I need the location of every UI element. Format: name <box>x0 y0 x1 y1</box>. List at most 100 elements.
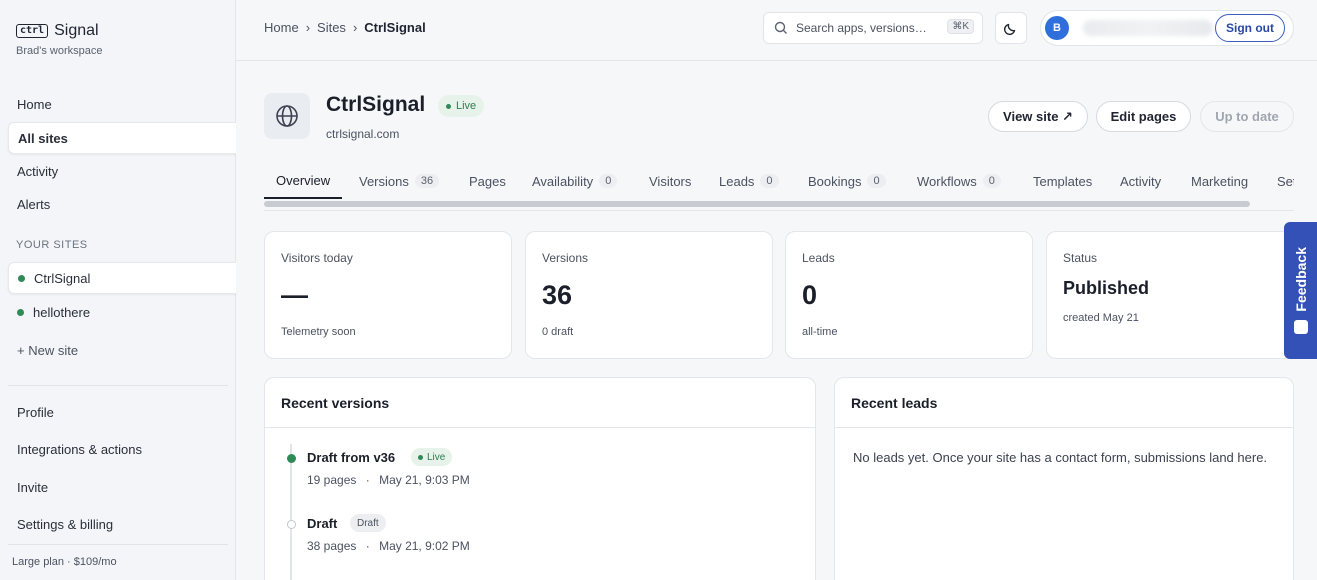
edit-pages-button[interactable]: Edit pages <box>1096 101 1191 132</box>
sidebar-site-ctrlsignal[interactable]: CtrlSignal <box>8 262 250 294</box>
stat-value: 36 <box>542 280 573 310</box>
tab-activity[interactable]: Activity <box>1108 163 1173 199</box>
recent-versions-panel: Recent versions Draft from v36 Live 19 p… <box>264 377 816 580</box>
sidebar-site-hellothere[interactable]: hellothere <box>8 296 228 328</box>
moon-icon <box>1003 23 1016 36</box>
site-status-dot <box>18 274 25 282</box>
stat-card-visitors: Visitors today — Telemetry soon <box>264 231 512 359</box>
sign-out-button[interactable]: Sign out <box>1215 14 1285 42</box>
brand-name: Signal <box>54 22 99 39</box>
tab-count: 0 <box>599 174 618 188</box>
nav-home-label: Home <box>17 96 52 112</box>
tab-label: Activity <box>1120 173 1162 189</box>
feedback-button[interactable]: Feedback <box>1284 222 1317 359</box>
empty-state-text: No leads yet. Once your site has a conta… <box>853 450 1268 465</box>
brand-logo-mark: ctrl <box>16 24 49 38</box>
timeline-line <box>290 444 292 580</box>
tab-divider <box>264 210 1294 211</box>
version-badge-label: Live <box>427 451 446 463</box>
nav-all-sites[interactable]: All sites <box>8 122 250 154</box>
nav-alerts-label: Alerts <box>17 196 51 212</box>
tab-overview[interactable]: Overview <box>264 163 343 199</box>
tab-visitors[interactable]: Visitors <box>637 163 703 199</box>
nav-home[interactable]: Home <box>8 88 228 120</box>
version-live-dot <box>287 454 296 463</box>
tab-availability[interactable]: Availability 0 <box>520 163 629 199</box>
live-dot-icon <box>446 103 451 109</box>
feedback-icon <box>1293 319 1308 334</box>
version-title[interactable]: Draft <box>307 516 337 531</box>
tab-versions[interactable]: Versions 36 <box>347 163 451 199</box>
site-status-dot <box>17 308 24 316</box>
stat-card-status: Status Published created May 21 <box>1046 231 1294 359</box>
nav-alerts[interactable]: Alerts <box>8 188 228 220</box>
stat-value: 0 <box>802 280 818 310</box>
stat-sub: all-time <box>802 326 838 338</box>
tab-scrollbar[interactable] <box>264 201 1250 207</box>
site-url[interactable]: ctrlsignal.com <box>326 127 399 141</box>
sidebar-divider <box>8 544 228 545</box>
stat-value: Published <box>1063 278 1150 298</box>
tab-label: Leads <box>719 173 755 189</box>
version-draft-dot <box>287 520 296 529</box>
search-shortcut: ⌘K <box>947 19 974 34</box>
view-site-button[interactable]: View site ↗ <box>988 101 1088 132</box>
nav-integrations-label: Integrations & actions <box>17 441 143 457</box>
avatar: B <box>1045 16 1069 40</box>
nav-invite[interactable]: Invite <box>8 471 228 503</box>
version-title[interactable]: Draft from v36 <box>307 450 395 465</box>
nav-invite-label: Invite <box>17 479 49 495</box>
breadcrumb-sites[interactable]: Sites <box>317 20 346 35</box>
brand-logo[interactable]: ctrl Signal <box>16 22 99 40</box>
meta-separator: · <box>365 539 370 553</box>
version-pages: 38 pages <box>307 539 357 553</box>
nav-profile[interactable]: Profile <box>8 396 228 428</box>
tab-label: Settings <box>1277 173 1294 189</box>
nav-integrations[interactable]: Integrations & actions <box>8 433 228 465</box>
breadcrumb-home[interactable]: Home <box>264 20 299 35</box>
theme-toggle-button[interactable] <box>995 12 1027 44</box>
meta-separator: · <box>365 473 370 487</box>
tab-marketing[interactable]: Marketing <box>1179 163 1260 199</box>
user-menu[interactable]: B Sign out <box>1040 10 1294 46</box>
nav-profile-label: Profile <box>17 404 54 420</box>
panel-title: Recent versions <box>265 378 815 428</box>
tab-label: Workflows <box>917 173 977 189</box>
breadcrumb-current: CtrlSignal <box>364 20 426 35</box>
stat-label: Visitors today <box>281 251 353 265</box>
stat-sub: created May 21 <box>1063 312 1139 324</box>
version-pages: 19 pages <box>307 473 357 487</box>
tab-count: 0 <box>867 174 886 188</box>
tab-label: Overview <box>276 172 331 188</box>
up-to-date-button[interactable]: Up to date <box>1200 101 1294 132</box>
breadcrumb: Home › Sites › CtrlSignal <box>264 20 426 35</box>
tab-leads[interactable]: Leads 0 <box>707 163 791 199</box>
tab-count: 0 <box>760 174 779 188</box>
search-placeholder: Search apps, versions… <box>796 21 927 35</box>
tab-bookings[interactable]: Bookings 0 <box>796 163 898 199</box>
recent-leads-panel: Recent leads No leads yet. Once your sit… <box>834 377 1294 580</box>
tab-label: Visitors <box>649 173 692 189</box>
stat-sub: Telemetry soon <box>281 326 356 338</box>
globe-icon <box>276 105 298 127</box>
tab-workflows[interactable]: Workflows 0 <box>905 163 1013 199</box>
stat-label: Versions <box>542 251 589 265</box>
live-dot-icon <box>418 454 423 460</box>
version-badge: Draft <box>350 514 386 532</box>
tab-label: Versions <box>359 173 409 189</box>
stat-sub: 0 draft <box>542 326 574 338</box>
tab-label: Pages <box>469 173 506 189</box>
nav-activity[interactable]: Activity <box>8 155 228 187</box>
tab-count: 0 <box>982 174 1001 188</box>
search-input[interactable]: Search apps, versions… ⌘K <box>763 12 983 44</box>
status-badge: Live <box>438 95 485 117</box>
tab-settings[interactable]: Settings <box>1265 163 1294 199</box>
tab-templates[interactable]: Templates <box>1021 163 1104 199</box>
new-site-link[interactable]: + New site <box>8 334 228 366</box>
version-time: May 21, 9:03 PM <box>379 473 470 487</box>
tab-pages[interactable]: Pages <box>457 163 518 199</box>
nav-settings-billing[interactable]: Settings & billing <box>8 508 228 540</box>
topbar: Home › Sites › CtrlSignal Search apps, v… <box>236 0 1317 61</box>
nav-all-sites-label: All sites <box>18 130 68 146</box>
version-badge: Live <box>411 448 453 466</box>
